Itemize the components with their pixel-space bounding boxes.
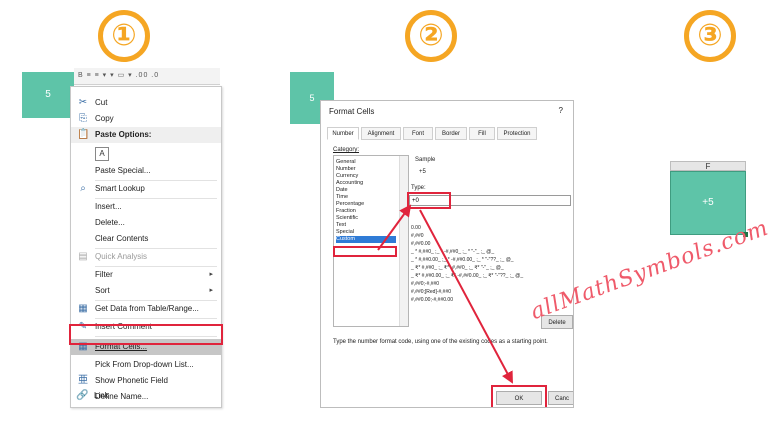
arrow-to-type-icon — [377, 204, 412, 251]
arrow-to-ok-icon — [419, 209, 513, 384]
column-header[interactable]: F — [670, 161, 746, 171]
arrow-overlay — [377, 204, 513, 384]
